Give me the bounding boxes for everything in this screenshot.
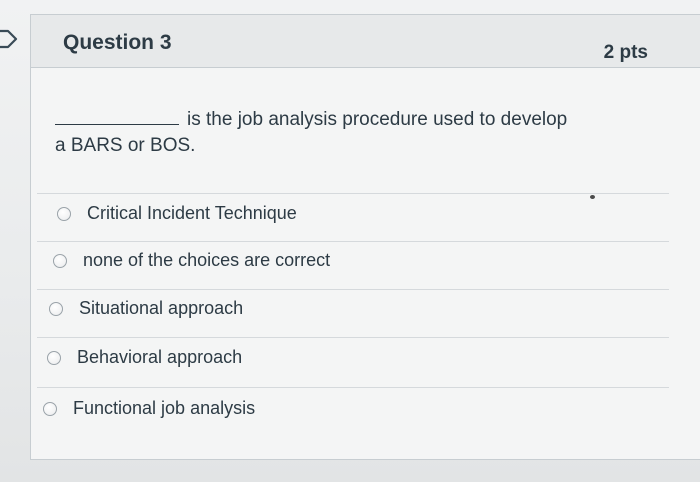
quiz-page: Question 3 2 pts is the job analysis pro… bbox=[0, 0, 700, 482]
answer-radio-3[interactable] bbox=[49, 302, 63, 316]
question-title: Question 3 bbox=[63, 31, 172, 54]
answer-radio-5[interactable] bbox=[43, 402, 57, 416]
fill-in-blank-line bbox=[55, 108, 179, 125]
question-stem-text: is the job analysis procedure used to de… bbox=[187, 109, 568, 130]
answer-label-2: none of the choices are correct bbox=[83, 250, 331, 270]
answer-option-3[interactable]: Situational approach bbox=[31, 296, 671, 330]
answer-option-5[interactable]: Functional job analysis bbox=[31, 396, 671, 430]
answer-label-5: Functional job analysis bbox=[73, 398, 256, 418]
flag-question-icon[interactable] bbox=[0, 28, 20, 50]
question-points: 2 pts bbox=[603, 42, 648, 63]
question-header: Question 3 2 pts bbox=[31, 15, 700, 68]
question-stem: is the job analysis procedure used to de… bbox=[55, 107, 655, 159]
answer-option-4[interactable]: Behavioral approach bbox=[31, 345, 671, 379]
answer-divider bbox=[37, 241, 669, 242]
answer-option-2[interactable]: none of the choices are correct bbox=[31, 248, 671, 282]
answers-top-divider bbox=[37, 193, 669, 194]
smudge-mark bbox=[590, 195, 595, 199]
answer-label-3: Situational approach bbox=[79, 298, 244, 318]
answer-option-1[interactable]: Critical Incident Technique bbox=[31, 201, 671, 235]
question-card: Question 3 2 pts is the job analysis pro… bbox=[30, 14, 700, 460]
answer-radio-4[interactable] bbox=[47, 351, 61, 365]
answer-divider bbox=[37, 337, 669, 338]
answer-radio-2[interactable] bbox=[53, 254, 67, 268]
question-stem-text-line2: a BARS or BOS. bbox=[55, 135, 196, 156]
answer-label-1: Critical Incident Technique bbox=[87, 203, 297, 223]
answer-divider bbox=[37, 289, 669, 290]
answer-label-4: Behavioral approach bbox=[77, 347, 243, 367]
answer-radio-1[interactable] bbox=[57, 207, 71, 221]
answer-divider bbox=[37, 387, 669, 388]
